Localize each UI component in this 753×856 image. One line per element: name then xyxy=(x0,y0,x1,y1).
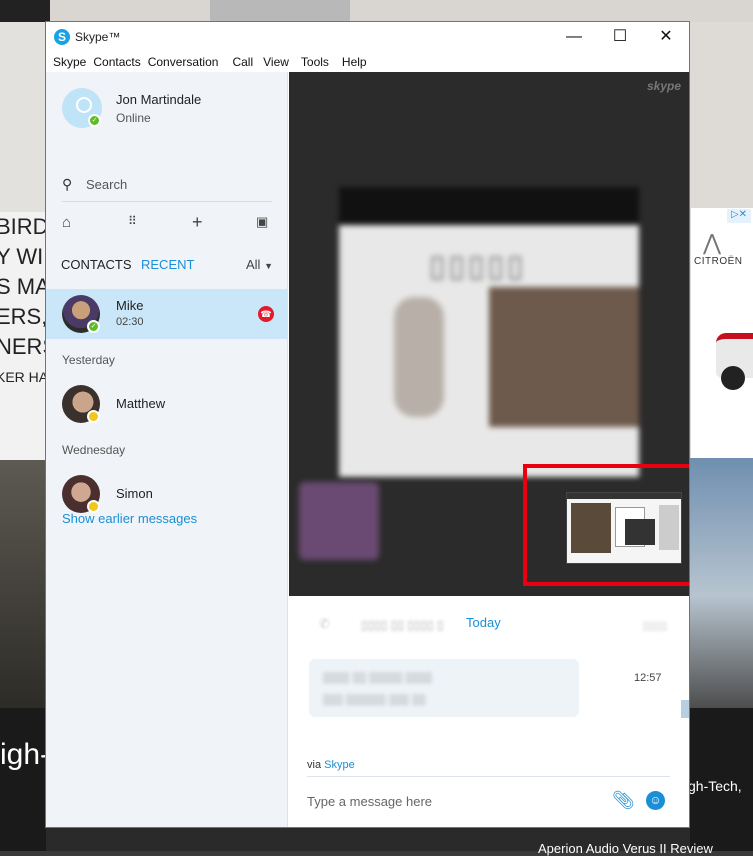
via-skype-link[interactable]: Skype xyxy=(324,759,355,771)
self-video-thumbnail[interactable] xyxy=(299,482,379,560)
background-top xyxy=(0,0,753,22)
background-left-photo xyxy=(0,460,46,710)
shared-screen-watch-image xyxy=(394,297,444,417)
skype-watermark: skype xyxy=(646,79,681,93)
menu-help[interactable]: Help xyxy=(342,52,374,72)
contact-name: Mike xyxy=(116,298,144,313)
menu-view[interactable]: View xyxy=(263,52,301,72)
shared-screen: ▯▯▯▯▯ xyxy=(339,187,639,477)
car-wheel xyxy=(721,366,745,390)
dialpad-icon[interactable]: ⠿ xyxy=(128,214,137,228)
background-top-device xyxy=(210,0,350,22)
contact-tabs: CONTACTS RECENT All ▼ xyxy=(61,257,273,277)
ad-choices-icon[interactable]: ▷✕ xyxy=(727,209,751,223)
add-icon[interactable]: + xyxy=(192,212,203,233)
menu-skype[interactable]: Skype xyxy=(53,52,93,72)
video-call-area[interactable]: skype ▯▯▯▯▯ xyxy=(289,72,689,596)
search-field[interactable]: ⚲ Search xyxy=(62,172,272,202)
avatar xyxy=(62,385,100,423)
chevron-down-icon: ▼ xyxy=(264,261,273,271)
search-icon: ⚲ xyxy=(62,176,73,192)
close-button[interactable]: ✕ xyxy=(643,22,689,52)
menu-call[interactable]: Call xyxy=(232,52,263,72)
message-time: 12:57 xyxy=(634,672,662,684)
profile-name[interactable]: Jon Martindale xyxy=(116,92,201,107)
sidebar-toolbar: ⌂ ⠿ + ▣ xyxy=(62,212,272,234)
bot-icon[interactable]: ▣ xyxy=(256,214,268,230)
menu-bar: Skype Contacts Conversation Call View To… xyxy=(46,52,689,72)
menu-contacts[interactable]: Contacts xyxy=(93,52,147,72)
day-label: Yesterday xyxy=(62,353,115,367)
background-right-top xyxy=(690,22,753,208)
message-composer: 📎︎ ☺ xyxy=(307,776,670,824)
hang-up-icon[interactable]: ☎ xyxy=(258,306,274,322)
call-event-text: ▯▯▯▯ ▯▯ ▯▯▯▯ ▯ xyxy=(361,618,444,632)
contact-item-mike[interactable]: ✓ Mike 02:30 ☎ xyxy=(46,289,288,339)
online-status-icon: ✓ xyxy=(88,114,101,127)
background-left xyxy=(0,22,46,212)
minimize-button[interactable]: — xyxy=(551,22,597,52)
online-status-icon: ✓ xyxy=(87,320,100,333)
highlight-box xyxy=(523,464,689,586)
home-icon[interactable]: ⌂ xyxy=(62,214,71,231)
contact-name: Simon xyxy=(116,486,153,501)
contact-item-matthew[interactable]: Matthew xyxy=(46,379,288,429)
emoticon-icon[interactable]: ☺ xyxy=(646,791,665,810)
via-label: via Skype xyxy=(307,759,355,771)
search-input[interactable]: Search xyxy=(86,177,127,192)
tab-recent[interactable]: RECENT xyxy=(141,257,194,272)
scrollbar-thumb[interactable] xyxy=(681,700,689,718)
call-event-time: ▯▯▯▯ xyxy=(642,620,667,632)
background-top-left xyxy=(0,0,50,22)
shared-screen-photo xyxy=(489,287,639,427)
filter-label: All xyxy=(246,257,261,272)
phone-icon: ✆ xyxy=(319,616,330,631)
call-duration: 02:30 xyxy=(116,316,144,328)
message-text: ▯▯▯ ▯▯▯▯▯▯ ▯▯▯ ▯▯ xyxy=(323,692,426,706)
contact-name: Matthew xyxy=(116,396,166,411)
background-left-bottom: igh- xyxy=(0,708,50,851)
background-right-photo xyxy=(690,458,753,708)
menu-tools[interactable]: Tools xyxy=(301,52,342,72)
skype-logo-icon: S xyxy=(54,29,70,45)
date-separator: Today xyxy=(466,615,501,630)
day-label: Wednesday xyxy=(62,443,126,457)
background-left-text: BIRD Y WI S MA ERS, NERS KER HA xyxy=(0,212,46,462)
avatar: ✓ xyxy=(62,295,100,333)
ad-brand: CITROËN xyxy=(694,256,743,267)
skype-window: S Skype™ — ☐ ✕ Skype Contacts Conversati… xyxy=(45,21,690,828)
show-earlier-messages-link[interactable]: Show earlier messages xyxy=(62,511,197,526)
maximize-button[interactable]: ☐ xyxy=(597,22,643,52)
background-bottom: Aperion Audio Verus II Review xyxy=(46,828,713,856)
attachment-icon[interactable]: 📎︎ xyxy=(612,790,635,811)
avatar xyxy=(62,475,100,513)
window-title: Skype™ xyxy=(75,30,121,44)
profile-avatar[interactable]: ✓ xyxy=(62,88,102,128)
profile-status[interactable]: Online xyxy=(116,111,151,125)
shared-screen-logo: ▯▯▯▯▯ xyxy=(429,250,527,283)
call-event: ✆ ▯▯▯▯ ▯▯ ▯▯▯▯ ▯ Today ▯▯▯▯ xyxy=(289,606,689,636)
tab-contacts[interactable]: CONTACTS xyxy=(61,257,132,272)
menu-conversation[interactable]: Conversation xyxy=(148,52,233,72)
background-ad[interactable]: ▷✕ ⋀ CITROËN xyxy=(690,208,753,458)
message-bubble[interactable]: ▯▯▯▯ ▯▯ ▯▯▯▯▯ ▯▯▯▯ ▯▯▯ ▯▯▯▯▯▯ ▯▯▯ ▯▯ xyxy=(309,659,579,717)
background-right-bottom: gh-Tech, xyxy=(688,708,753,851)
citroen-logo-icon: ⋀ xyxy=(703,230,722,255)
conversation-pane: skype ▯▯▯▯▯ ✆ ▯▯▯▯ ▯▯ ▯▯▯▯ ▯ Today ▯▯▯▯ xyxy=(289,72,689,827)
message-text: ▯▯▯▯ ▯▯ ▯▯▯▯▯ ▯▯▯▯ xyxy=(323,670,433,684)
filter-dropdown[interactable]: All ▼ xyxy=(246,257,273,272)
title-bar[interactable]: S Skype™ — ☐ ✕ xyxy=(46,22,689,52)
message-input[interactable] xyxy=(307,789,597,813)
shared-screen-header xyxy=(339,187,639,225)
away-status-icon xyxy=(87,410,100,423)
sidebar: ✓ Jon Martindale Online ⚲ Search ⌂ ⠿ + ▣… xyxy=(46,72,288,827)
